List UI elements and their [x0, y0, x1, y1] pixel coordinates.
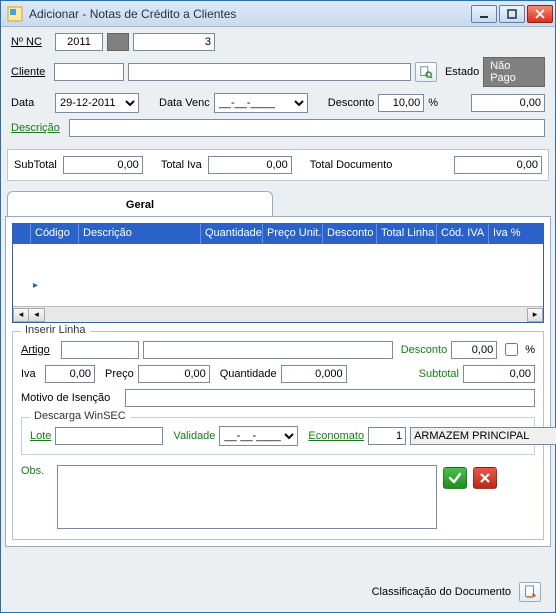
data-select[interactable]: 29-12-2011	[55, 93, 139, 113]
totaldoc-input[interactable]	[454, 156, 542, 174]
numnc-seq-input[interactable]	[133, 33, 215, 51]
cancel-line-button[interactable]	[473, 467, 497, 489]
descricao-label: Descrição	[11, 122, 65, 134]
classif-label: Classificação do Documento	[372, 586, 511, 598]
iva-label: Iva	[21, 368, 41, 380]
lote-label: Lote	[30, 430, 51, 442]
col-quantidade: Quantidade	[201, 224, 263, 244]
window-title: Adicionar - Notas de Crédito a Clientes	[29, 7, 471, 21]
datavenc-label: Data Venc	[159, 97, 210, 109]
numnc-year-input[interactable]	[55, 33, 103, 51]
subtotal-line-label: Subtotal	[419, 368, 459, 380]
desconto-amount-input[interactable]	[471, 94, 545, 112]
motivo-label: Motivo de Isenção	[21, 392, 121, 404]
totaliva-input[interactable]	[208, 156, 292, 174]
obs-label: Obs.	[21, 465, 51, 477]
desconto-pct-input[interactable]	[378, 94, 424, 112]
inserir-desconto-label: Desconto	[401, 344, 447, 356]
numnc-sep	[107, 33, 129, 51]
inserir-desconto-check[interactable]	[505, 343, 518, 356]
totaldoc-label: Total Documento	[310, 159, 393, 171]
app-icon	[7, 6, 23, 22]
col-cod-iva: Cód. IVA	[437, 224, 489, 244]
window-buttons	[471, 5, 553, 23]
artigo-desc-input[interactable]	[143, 341, 393, 359]
obs-area: Obs.	[21, 465, 535, 529]
header-form: Nº NC Cliente Estado Não Pago Data 29-12…	[1, 27, 555, 147]
tab-geral[interactable]: Geral	[7, 191, 273, 217]
descarga-legend: Descarga WinSEC	[30, 410, 130, 422]
window-root: Adicionar - Notas de Crédito a Clientes …	[0, 0, 556, 613]
inserir-legend: Inserir Linha	[21, 324, 90, 336]
armazem-display	[410, 427, 556, 445]
numnc-label: Nº NC	[11, 36, 51, 48]
desconto-unit: %	[428, 97, 438, 109]
col-desconto: Desconto	[323, 224, 377, 244]
inserir-desconto-input[interactable]	[451, 341, 497, 359]
col-total-linha: Total Linha	[377, 224, 437, 244]
lote-input[interactable]	[55, 427, 163, 445]
scroll-right-button[interactable]: ▸	[527, 308, 543, 322]
subtotal-label: SubTotal	[14, 159, 57, 171]
close-button[interactable]	[527, 5, 553, 23]
desconto-label: Desconto	[328, 97, 374, 109]
cliente-code-input[interactable]	[54, 63, 124, 81]
quantidade-label: Quantidade	[220, 368, 277, 380]
descricao-input[interactable]	[69, 119, 545, 137]
artigo-label: Artigo	[21, 344, 57, 356]
scroll-left-button[interactable]: ◂	[13, 308, 29, 322]
col-descricao: Descrição	[79, 224, 201, 244]
estado-value: Não Pago	[483, 57, 545, 87]
datavenc-select[interactable]: __-__-____	[214, 93, 308, 113]
col-codigo: Código	[31, 224, 79, 244]
classif-doc-button[interactable]	[519, 582, 541, 602]
iva-input[interactable]	[45, 365, 95, 383]
tabstrip: Geral	[5, 189, 551, 217]
maximize-button[interactable]	[499, 5, 525, 23]
grid-body[interactable]: ▸	[13, 244, 543, 306]
quantidade-input[interactable]	[281, 365, 347, 383]
economato-input[interactable]	[368, 427, 406, 445]
scroll-page-left-button[interactable]: ◂	[29, 308, 45, 322]
preco-label: Preço	[105, 368, 134, 380]
motivo-input[interactable]	[125, 389, 535, 407]
minimize-button[interactable]	[471, 5, 497, 23]
grid-row-pointer-icon: ▸	[33, 280, 38, 291]
grid-header: Código Descrição Quantidade Preço Unit. …	[13, 224, 543, 244]
inserir-linha-group: Inserir Linha Artigo Desconto % Iva Preç…	[12, 331, 544, 540]
titlebar: Adicionar - Notas de Crédito a Clientes	[1, 1, 555, 27]
data-label: Data	[11, 97, 51, 109]
descarga-group: Descarga WinSEC Lote Validade __-__-____…	[21, 417, 535, 455]
totaliva-label: Total Iva	[161, 159, 202, 171]
cliente-label: Cliente	[11, 66, 50, 78]
artigo-code-input[interactable]	[61, 341, 139, 359]
lines-grid[interactable]: Código Descrição Quantidade Preço Unit. …	[12, 223, 544, 323]
estado-label: Estado	[445, 66, 479, 78]
tab-geral-label: Geral	[126, 199, 154, 211]
cliente-name-input[interactable]	[128, 63, 411, 81]
preco-input[interactable]	[138, 365, 210, 383]
confirm-line-button[interactable]	[443, 467, 467, 489]
economato-label: Economato	[308, 430, 364, 442]
inserir-desconto-unit: %	[525, 344, 535, 356]
subtotal-input[interactable]	[63, 156, 143, 174]
col-preco-unit: Preço Unit.	[263, 224, 323, 244]
validade-select[interactable]: __-__-____	[219, 426, 298, 446]
tab-panel-geral: Código Descrição Quantidade Preço Unit. …	[5, 217, 551, 547]
subtotal-line-input[interactable]	[463, 365, 535, 383]
grid-hscroll[interactable]: ◂ ◂ ▸	[13, 306, 543, 322]
validade-label: Validade	[173, 430, 215, 442]
obs-textarea[interactable]	[57, 465, 437, 529]
col-iva-pct: Iva %	[489, 224, 543, 244]
footer: Classificação do Documento	[1, 574, 555, 612]
totals-row: SubTotal Total Iva Total Documento	[7, 149, 549, 181]
cliente-lookup-button[interactable]	[415, 62, 437, 82]
